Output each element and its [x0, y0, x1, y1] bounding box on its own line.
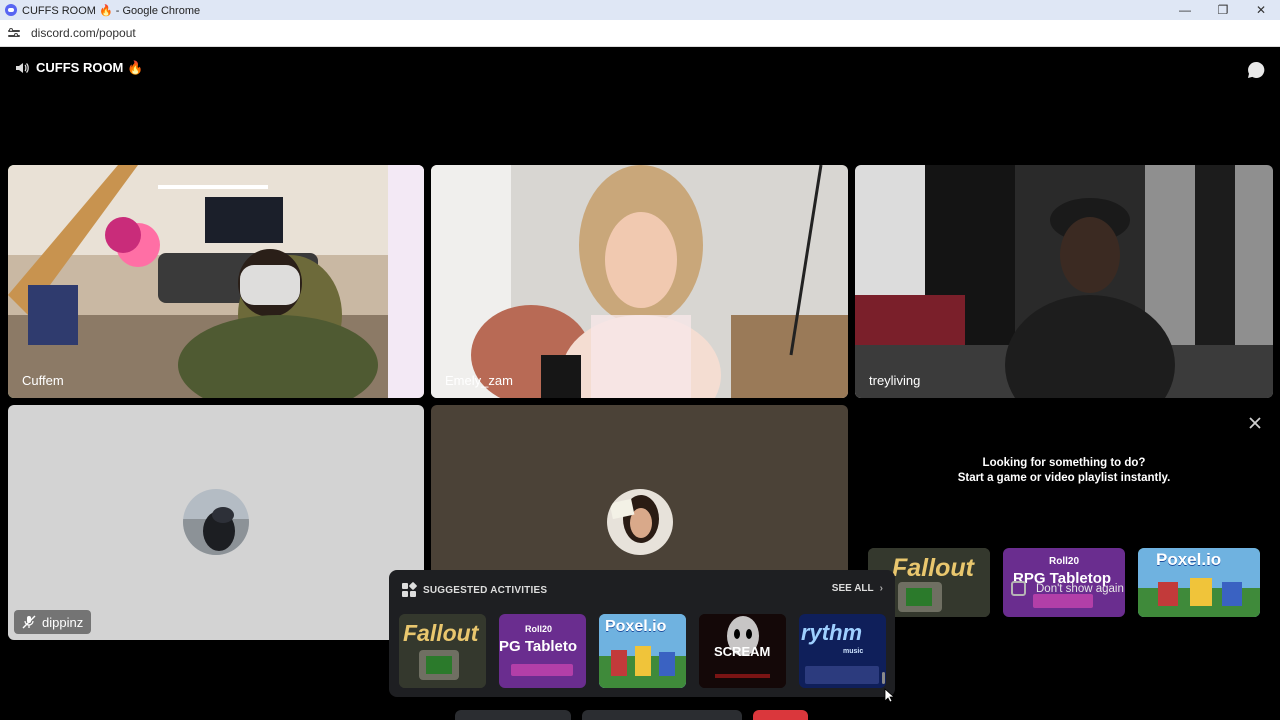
avatar-image [183, 489, 249, 555]
activities-icon [402, 582, 417, 597]
card-title: Poxel.io [1156, 550, 1222, 569]
dont-show-again-option[interactable]: Don't show again [1011, 581, 1124, 596]
room-header: CUFFS ROOM 🔥 [14, 60, 143, 76]
avatar-image [607, 489, 673, 555]
activity-card-poxel[interactable]: Poxel.io [1138, 548, 1260, 617]
chat-bubble-icon[interactable] [1246, 60, 1266, 80]
see-all-link[interactable]: SEE ALL › [832, 583, 883, 594]
site-settings-icon[interactable] [8, 27, 22, 39]
card-brand: Roll20 [525, 624, 553, 634]
card-title: SCREAM [714, 644, 771, 659]
suggested-card-rpg-tabletop[interactable]: Roll20 PG Tableto [499, 614, 586, 688]
participant-name: Emely_zam [445, 372, 513, 388]
avatar [607, 489, 673, 555]
card-logos [1033, 594, 1093, 608]
card-preview [805, 666, 879, 684]
card-title: Poxel.io [605, 618, 667, 635]
disconnect-button[interactable] [753, 710, 808, 720]
card-title: PG Tableto [499, 638, 578, 655]
activities-prompt-panel: Looking for something to do? Start a gam… [855, 405, 1273, 640]
card-title: rythm [801, 620, 863, 645]
chevron-right-icon: › [879, 583, 883, 594]
participant-tile-treyliving[interactable]: treyliving [855, 165, 1273, 398]
dont-show-again-checkbox[interactable] [1011, 581, 1026, 596]
discord-favicon-icon [5, 4, 17, 16]
share-controls[interactable] [582, 710, 742, 720]
speaker-icon [16, 63, 29, 73]
participant-name: dippinz [42, 614, 84, 630]
suggested-activities-popup: SUGGESTED ACTIVITIES SEE ALL › Fallout R… [389, 570, 895, 697]
avatar [183, 489, 249, 555]
minimize-button[interactable]: — [1166, 0, 1204, 20]
close-window-button[interactable]: ✕ [1242, 0, 1280, 20]
card-logos [511, 664, 573, 676]
suggested-card-fallout[interactable]: Fallout [399, 614, 486, 688]
participant-name-chip: Cuffem [14, 368, 72, 392]
participant-tile-cuffem[interactable]: Cuffem [8, 165, 424, 398]
video-feed [855, 165, 1273, 398]
see-all-label: SEE ALL [831, 583, 874, 594]
participant-tile-dippinz[interactable]: dippinz [8, 405, 424, 640]
card-brand: Roll20 [1049, 556, 1080, 567]
suggested-title: SUGGESTED ACTIVITIES [423, 584, 548, 596]
suggested-header: SUGGESTED ACTIVITIES [401, 582, 547, 598]
dont-show-again-label: Don't show again [1036, 582, 1124, 595]
scrollbar[interactable] [882, 672, 885, 684]
mic-muted-icon [22, 615, 36, 629]
participant-name: treyliving [869, 372, 921, 388]
card-title: Fallout [403, 620, 479, 646]
participant-name-chip: dippinz [14, 610, 92, 634]
close-icon[interactable] [1247, 415, 1263, 431]
address-bar[interactable]: discord.com/popout [0, 20, 1280, 47]
room-name: CUFFS ROOM 🔥 [36, 60, 144, 75]
url-text: discord.com/popout [31, 26, 136, 40]
browser-title-bar: CUFFS ROOM 🔥 - Google Chrome [0, 0, 1280, 20]
prompt-subtitle: Start a game or video playlist instantly… [957, 472, 1171, 484]
restore-button[interactable]: ❐ [1204, 0, 1242, 20]
suggested-card-rythm[interactable]: rythm music [799, 614, 886, 688]
video-feed [431, 165, 848, 398]
discord-popout: CUFFS ROOM 🔥 Cuffem Emely_zam treyliving… [0, 48, 1280, 720]
mouse-cursor-icon [884, 688, 894, 703]
card-title: Fallout [892, 554, 974, 582]
participant-tile-emely[interactable]: Emely_zam [431, 165, 848, 398]
participant-name-chip: Emely_zam [437, 368, 521, 392]
window-title: CUFFS ROOM 🔥 - Google Chrome [22, 4, 201, 17]
participant-name: Cuffem [22, 372, 64, 388]
suggested-card-scream[interactable]: SCREAM [699, 614, 786, 688]
participant-name-chip: treyliving [861, 368, 928, 392]
camera-controls[interactable] [455, 710, 571, 720]
suggested-card-poxel[interactable]: Poxel.io [599, 614, 686, 688]
video-feed [8, 165, 424, 398]
card-subtitle: music [843, 648, 864, 655]
prompt-title: Looking for something to do? [982, 457, 1146, 469]
